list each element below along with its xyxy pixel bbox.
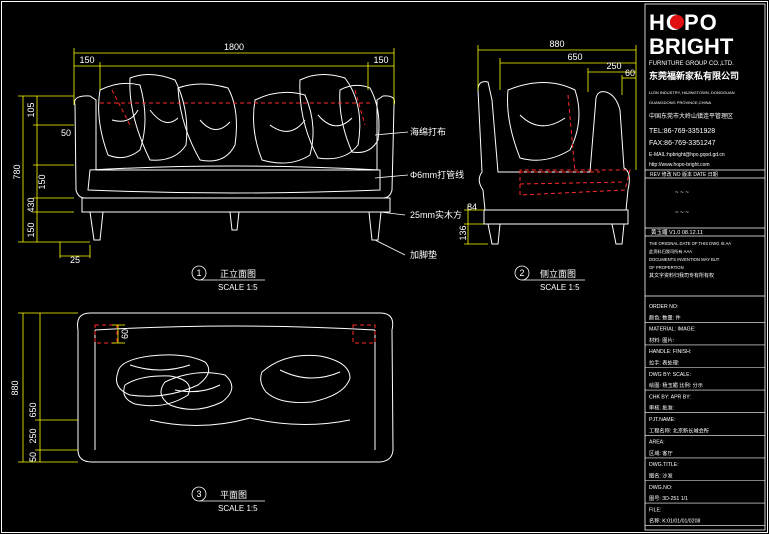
revision-headers: REV 修改 NO 版本 DATE 日期 [650,171,718,178]
side-pillow [507,82,580,161]
callout-fabric: 海绵打布 [410,126,446,137]
dim-front-arm-height: 50 [61,128,71,138]
title-block-row: AREA: [649,440,665,446]
brand-group: FURNITURE GROUP CO.,LTD. [649,61,734,67]
callout-pipe: Φ6mm打管线 [410,169,464,180]
dim-front-arm-right: 150 [373,55,388,65]
dim-front-leg-offset: 25 [70,255,80,265]
brand-tel: TEL:86-769-3351928 [649,128,715,135]
title-block-row: PJT.NAME: [649,417,676,423]
cad-drawing-canvas: 1800 150 150 780 105 50 150 430 150 25 海… [1,1,768,533]
dim-front-base-height: 430 [26,197,36,212]
dim-side-depth: 880 [549,39,564,49]
title-block-row: DWG.TITLE: [649,462,679,468]
dim-plan-seat: 650 [28,402,38,417]
hopo-logo: HOPO BRIGHT [649,10,734,59]
notice-line2: 此资料归我司所有 AAA [649,248,692,255]
dim-front-seat-height: 150 [37,174,47,189]
title-block-row: 图名: 沙发 [649,472,673,480]
title-block-row: ORDER NO: [649,304,678,310]
notice-line1: THE ORIGINAL DATE OF THIS DWG IS AA [649,241,731,246]
title-block-row: 颜色: 数量: 件 [649,313,681,321]
side-view-title: 侧立面图 [540,268,576,279]
plan-view-title: 平面图 [220,490,247,500]
front-leg-right [368,211,382,241]
plan-view-number: 3 [196,489,201,499]
side-body-outline [477,81,630,211]
dim-plan-leg: 50 [28,452,38,462]
notice-line4: OF PROPERTION [649,265,684,270]
title-block-row: CHK BY: APR BY: [649,394,691,400]
side-leg-front [487,223,501,245]
callout-wood: 25mm实木方 [410,209,462,220]
dim-side-back: 250 [606,61,621,71]
plan-hidden-corner-left [94,324,118,344]
side-elevation-view [477,81,630,245]
title-block-row: 审核: 批准: [649,404,674,412]
callout-feet: 加脚垫 [410,249,437,260]
side-view-scale: SCALE 1:5 [540,283,580,292]
dim-plan-depth: 880 [10,380,20,395]
plan-hidden-corner-right [352,324,376,344]
brand-address-en1: LIZIN INDUSTRY, HAJINGTOWN, DONGGUAN [649,90,735,95]
plan-pillow-4 [260,354,351,403]
dim-front-width: 1800 [224,42,244,52]
dim-side-leg: 136 [458,225,468,240]
title-block-row: DWG.NO: [649,485,672,491]
front-view-scale: SCALE 1:5 [218,283,258,292]
dim-plan-front: 250 [28,428,38,443]
brand-address-en2: GUANGDONG PROVINCE,CHINA [649,100,712,105]
dim-front-leg-height: 150 [26,222,36,237]
front-leg-mid1 [229,211,240,231]
front-base-rail [81,197,391,213]
side-leg-back [611,223,625,245]
side-view-number: 2 [519,268,524,278]
dim-front-total-height: 780 [12,164,22,179]
revision-row3: 黄玉媚 V1.0 08.12.11 [651,228,703,236]
front-leg-left [89,211,104,241]
title-block-row: DWG BY: SCALE: [649,372,691,378]
title-block-row: 图号: 3D-251 1/1 [649,495,688,502]
brand-fax: FAX:86-769-3351247 [649,140,716,147]
front-view-title: 正立面图 [220,268,256,279]
title-block-row: 拉手: 表处理: [649,359,679,367]
dim-front-arm-left: 150 [79,55,94,65]
title-block-row: 名称: K:01/01/01/0208 [649,517,700,525]
front-pillow-1 [98,82,146,159]
plan-view-scale: SCALE 1:5 [218,504,258,513]
front-view-number: 1 [196,268,201,278]
title-block-row: 区域: 客厅 [649,449,673,457]
dim-side-back2: 60 [625,68,635,78]
brand-address-cn: 中国东莞市大岭山镇连平管理区 [649,112,733,120]
dim-front-back-height: 105 [26,102,36,117]
title-block-row: FILE: [649,507,661,513]
front-pillow-2 [129,74,188,161]
logo-line2: BRIGHT [649,34,734,59]
title-block-rows: ORDER NO: 颜色: 数量: 件 MATERIAL: IMAGE: 材料: 图片… [645,304,765,527]
title-block-row: 工程名称: 北京新长城会所 [649,426,709,434]
title-block-row: MATERIAL: IMAGE: [649,327,696,333]
side-base-rail [483,209,629,225]
front-elevation-view [74,74,395,241]
title-block-row: 绘图: 杨玉媚 比例: 分示 [649,381,703,389]
notice-line3: DOCUMENTS INVENTION MAY BUT [649,257,720,262]
plan-back-edge [94,325,376,331]
title-block-row: 材料: 图片: [649,336,674,344]
brand-company-cn: 东莞福新家私有限公司 [649,70,739,81]
dim-side-seat: 650 [567,52,582,62]
dim-plan-corner: 60 [120,329,130,339]
notice-line5: 其文字资料归我司专有所有权 [649,272,714,279]
dim-side-base: 84 [467,202,477,212]
side-hidden-back [519,94,626,185]
revision-row1: ~ ~ ~ [675,190,689,196]
brand-web: http://www.hopo-bright.com [649,162,710,168]
title-block-row: HANDLE: FINISH: [649,349,691,355]
revision-row2: ~ ~ ~ [675,210,689,216]
front-pillow-5 [299,74,361,160]
brand-email: E-MAIL:hpbright@hpo.gqod.gd.cn [649,152,725,158]
logo-accent-icon [670,15,684,29]
